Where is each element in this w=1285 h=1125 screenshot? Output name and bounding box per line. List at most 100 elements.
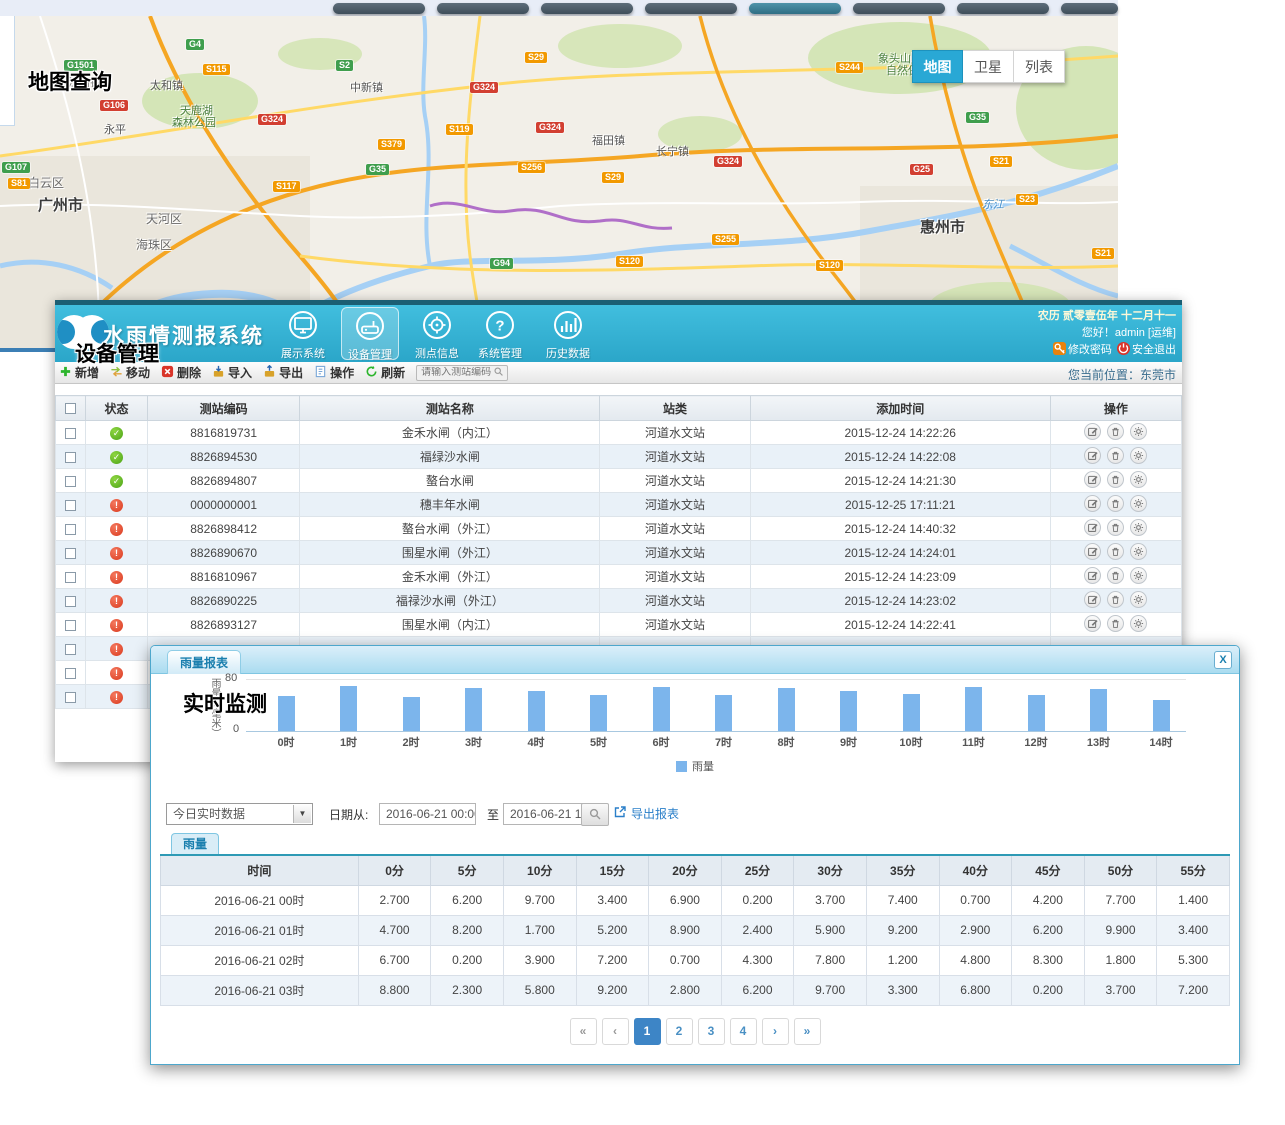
edit-icon[interactable]	[1084, 495, 1101, 512]
edit-icon[interactable]	[1084, 615, 1101, 632]
settings-icon[interactable]	[1130, 495, 1147, 512]
pager-arrow-button[interactable]: »	[794, 1018, 821, 1045]
cropped-tab[interactable]	[1061, 3, 1118, 14]
cropped-tab[interactable]	[541, 3, 633, 14]
delete-icon[interactable]	[1107, 543, 1124, 560]
delete-icon[interactable]	[1107, 495, 1124, 512]
edit-icon[interactable]	[1084, 567, 1101, 584]
map-label: 永平	[104, 121, 126, 137]
edit-icon[interactable]	[1084, 447, 1101, 464]
settings-icon[interactable]	[1130, 615, 1147, 632]
column-header: 测站编码	[148, 396, 300, 421]
x-tick-label: 12时	[1014, 734, 1058, 750]
row-checkbox[interactable]	[65, 452, 76, 463]
toolbar-button-导出[interactable]: 导出	[263, 364, 303, 381]
map-label: 福田镇	[592, 132, 625, 148]
search-icon[interactable]	[493, 366, 504, 380]
cropped-tab[interactable]	[333, 3, 425, 14]
map-view-button-卫星[interactable]: 卫星	[963, 50, 1014, 83]
settings-icon[interactable]	[1130, 423, 1147, 440]
road-shield: G4	[186, 39, 204, 50]
row-checkbox[interactable]	[65, 692, 76, 703]
delete-icon[interactable]	[1107, 567, 1124, 584]
cropped-tab[interactable]	[853, 3, 945, 14]
row-checkbox[interactable]	[65, 524, 76, 535]
page-button-4[interactable]: 4	[730, 1018, 757, 1045]
edit-icon[interactable]	[1084, 423, 1101, 440]
delete-icon[interactable]	[1107, 615, 1124, 632]
page-button-2[interactable]: 2	[666, 1018, 693, 1045]
pager-arrow-button[interactable]: «	[570, 1018, 597, 1045]
edit-icon[interactable]	[1084, 519, 1101, 536]
delete-icon[interactable]	[1107, 519, 1124, 536]
station-search-input[interactable]	[421, 367, 493, 378]
nav-item-历史数据[interactable]: 历史数据	[539, 307, 597, 360]
row-checkbox[interactable]	[65, 596, 76, 607]
added-time-cell: 2015-12-24 14:23:02	[750, 589, 1050, 613]
page-button-1[interactable]: 1	[634, 1018, 661, 1045]
toolbar-button-刷新[interactable]: 刷新	[365, 364, 405, 381]
delete-icon[interactable]	[1107, 591, 1124, 608]
cropped-tab[interactable]	[437, 3, 529, 14]
edit-icon[interactable]	[1084, 591, 1101, 608]
row-checkbox[interactable]	[65, 668, 76, 679]
cropped-tab-active[interactable]	[749, 3, 841, 14]
settings-icon[interactable]	[1130, 543, 1147, 560]
nav-item-展示系统[interactable]: 展示系统	[274, 307, 332, 360]
added-time-cell: 2015-12-24 14:22:08	[750, 445, 1050, 469]
close-icon[interactable]: X	[1214, 651, 1232, 669]
nav-item-测点信息[interactable]: 测点信息	[408, 307, 466, 360]
cropped-tab[interactable]	[645, 3, 737, 14]
select-all-checkbox[interactable]	[65, 403, 76, 414]
edit-icon[interactable]	[1084, 471, 1101, 488]
tab-rainfall[interactable]: 雨量	[171, 833, 219, 854]
change-password-link[interactable]: 修改密码	[1068, 344, 1112, 356]
toolbar-button-导入[interactable]: 导入	[212, 364, 252, 381]
map-view-button-地图[interactable]: 地图	[912, 50, 963, 83]
time-cell: 2016-06-21 01时	[161, 915, 359, 945]
data-range-select[interactable]: 今日实时数据 ▼	[166, 803, 313, 825]
station-name-cell: 金禾水闸（内江）	[300, 421, 600, 445]
pager-arrow-button[interactable]: ›	[762, 1018, 789, 1045]
settings-icon[interactable]	[1130, 567, 1147, 584]
export-icon	[613, 805, 631, 822]
row-checkbox[interactable]	[65, 476, 76, 487]
row-checkbox[interactable]	[65, 548, 76, 559]
station-search-box[interactable]	[416, 365, 508, 381]
export-report-link[interactable]: 导出报表	[613, 805, 679, 822]
rain-column-header: 25分	[721, 855, 794, 885]
toolbar-button-操作[interactable]: 操作	[314, 364, 354, 381]
row-checkbox-cell	[56, 445, 86, 469]
tab-rainfall-report[interactable]: 雨量报表	[167, 650, 241, 674]
row-checkbox[interactable]	[65, 428, 76, 439]
delete-icon[interactable]	[1107, 447, 1124, 464]
cropped-tab[interactable]	[957, 3, 1049, 14]
row-checkbox[interactable]	[65, 500, 76, 511]
nav-item-系统管理[interactable]: ?系统管理	[471, 307, 529, 360]
map-view-button-列表[interactable]: 列表	[1014, 50, 1065, 83]
status-cell: ✓	[86, 469, 148, 493]
settings-icon[interactable]	[1130, 519, 1147, 536]
rain-table-row: 2016-06-21 00时2.7006.2009.7003.4006.9000…	[161, 885, 1230, 915]
page-button-3[interactable]: 3	[698, 1018, 725, 1045]
edit-icon[interactable]	[1084, 543, 1101, 560]
annotation-realtime-monitor: 实时监测	[183, 688, 267, 718]
row-checkbox[interactable]	[65, 620, 76, 631]
settings-icon[interactable]	[1130, 471, 1147, 488]
export2-icon	[263, 365, 279, 381]
delete-icon[interactable]	[1107, 423, 1124, 440]
settings-icon[interactable]	[1130, 591, 1147, 608]
search-button[interactable]	[581, 803, 609, 826]
row-checkbox[interactable]	[65, 644, 76, 655]
chevron-down-icon[interactable]: ▼	[293, 805, 311, 823]
toolbar-button-删除[interactable]: 删除	[161, 364, 201, 381]
select-all-header[interactable]	[56, 396, 86, 421]
settings-icon[interactable]	[1130, 447, 1147, 464]
pager-arrow-button[interactable]: ‹	[602, 1018, 629, 1045]
delete-icon[interactable]	[1107, 471, 1124, 488]
row-checkbox[interactable]	[65, 572, 76, 583]
date-from-input[interactable]	[379, 803, 476, 825]
status-cell: !	[86, 493, 148, 517]
nav-item-设备管理[interactable]: 设备管理	[341, 307, 399, 360]
logout-link[interactable]: 安全退出	[1132, 344, 1176, 356]
